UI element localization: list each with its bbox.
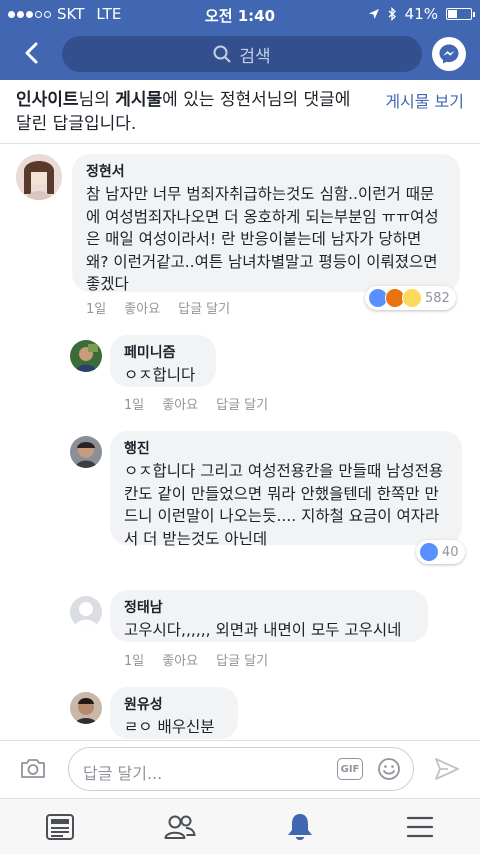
view-post-link[interactable]: 게시물 보기	[385, 88, 464, 112]
haha-reaction-icon	[402, 288, 422, 308]
send-icon	[435, 758, 459, 780]
search-placeholder: 검색	[239, 46, 271, 67]
comment-time: 1일	[124, 654, 145, 669]
context-text: 인사이트님의 게시물에 있는 정현서님의 댓글에 달린 답글입니다.	[16, 88, 366, 136]
reaction-summary[interactable]: 582	[365, 286, 456, 310]
comment-actions: 1일 좋아요 답글 달기	[124, 394, 268, 413]
search-bar[interactable]: 검색	[62, 36, 422, 72]
location-icon	[368, 9, 379, 19]
like-button[interactable]: 좋아요	[162, 650, 198, 669]
comment-text: 고우시다,,,,,, 외면과 내면이 모두 고우시네	[124, 621, 402, 639]
comment-bubble: 정현서 참 남자만 너무 범죄자취급하는것도 심함..이런거 때문에 여성범죄자…	[72, 154, 460, 293]
like-reaction-icon	[419, 542, 439, 562]
comment-author[interactable]: 원유성	[124, 696, 224, 714]
smiley-icon	[378, 758, 400, 780]
page-name-link[interactable]: 인사이트	[16, 90, 79, 110]
comment-text: ㄹㅇ 배우신분	[124, 718, 215, 736]
bluetooth-icon	[388, 7, 396, 21]
battery-icon	[446, 8, 475, 20]
like-button[interactable]: 좋아요	[162, 394, 198, 413]
reply-button[interactable]: 답글 달기	[216, 394, 268, 413]
news-feed-icon	[46, 814, 74, 840]
back-button[interactable]	[14, 36, 48, 70]
avatar[interactable]	[70, 692, 102, 724]
comment-bubble: 페미니즘 ㅇㅈ합니다	[110, 335, 216, 387]
send-button[interactable]	[434, 757, 460, 785]
comment-bubble: 정태남 고우시다,,,,,, 외면과 내면이 모두 고우시네	[110, 590, 428, 642]
reply-input-bar: 답글 달기... GIF	[0, 740, 480, 798]
friends-icon	[164, 815, 196, 839]
gif-button[interactable]: GIF	[337, 758, 363, 780]
chevron-left-icon	[25, 42, 38, 64]
comment-text: 참 남자만 너무 범죄자취급하는것도 심함..이런거 때문에 여성범죄자나오면 …	[86, 185, 439, 293]
post-link[interactable]: 게시물	[115, 90, 162, 110]
tab-notifications[interactable]	[280, 809, 320, 845]
tab-menu[interactable]	[400, 809, 440, 845]
reply-button[interactable]: 답글 달기	[216, 650, 268, 669]
status-right: 41%	[368, 5, 475, 23]
avatar[interactable]	[70, 596, 102, 628]
messenger-button[interactable]	[432, 37, 466, 71]
like-button[interactable]: 좋아요	[124, 298, 160, 317]
reaction-count: 40	[442, 544, 459, 560]
comment-author[interactable]: 정현서	[86, 163, 446, 181]
camera-icon	[21, 759, 45, 778]
context-text-1: 님의	[78, 90, 116, 110]
reply-button[interactable]: 답글 달기	[178, 298, 230, 317]
comment-bubble: 행진 ㅇㅈ합니다 그리고 여성전용칸을 만들때 남성전용칸도 같이 만들었으면 …	[110, 431, 462, 548]
status-bar: SKT LTE 오전 1:40 41%	[0, 0, 480, 28]
menu-icon	[406, 816, 434, 838]
battery-percent: 41%	[404, 5, 438, 23]
comment-time: 1일	[86, 302, 107, 317]
reply-input-placeholder: 답글 달기...	[83, 764, 163, 783]
comment-actions: 1일 좋아요 답글 달기	[124, 650, 268, 669]
camera-button[interactable]	[20, 757, 46, 783]
comment-time: 1일	[124, 398, 145, 413]
avatar[interactable]	[70, 340, 102, 372]
avatar[interactable]	[70, 436, 102, 468]
comment-text: ㅇㅈ합니다	[124, 366, 196, 384]
reaction-summary[interactable]: 40	[416, 540, 465, 564]
bell-icon	[288, 814, 312, 840]
avatar[interactable]	[16, 154, 62, 200]
comment-author[interactable]: 정태남	[124, 599, 414, 617]
sticker-button[interactable]	[377, 757, 401, 785]
tab-bar	[0, 798, 480, 854]
comment-author[interactable]: 행진	[124, 440, 448, 458]
comment-actions: 1일 좋아요 답글 달기	[86, 298, 230, 317]
tab-news-feed[interactable]	[40, 809, 80, 845]
comment-author[interactable]: 페미니즘	[124, 344, 202, 362]
search-icon	[213, 45, 231, 63]
comment-text: ㅇㅈ합니다 그리고 여성전용칸을 만들때 남성전용칸도 같이 만들었으면 뭐라 …	[124, 462, 444, 548]
reply-context-header: 인사이트님의 게시물에 있는 정현서님의 댓글에 달린 답글입니다. 게시물 보…	[0, 80, 480, 144]
nav-bar: 검색	[0, 28, 480, 80]
reply-input[interactable]: 답글 달기... GIF	[68, 747, 414, 791]
messenger-icon	[439, 44, 459, 64]
comment-bubble: 원유성 ㄹㅇ 배우신분	[110, 687, 238, 739]
reaction-count: 582	[425, 290, 450, 306]
tab-friends[interactable]	[160, 809, 200, 845]
